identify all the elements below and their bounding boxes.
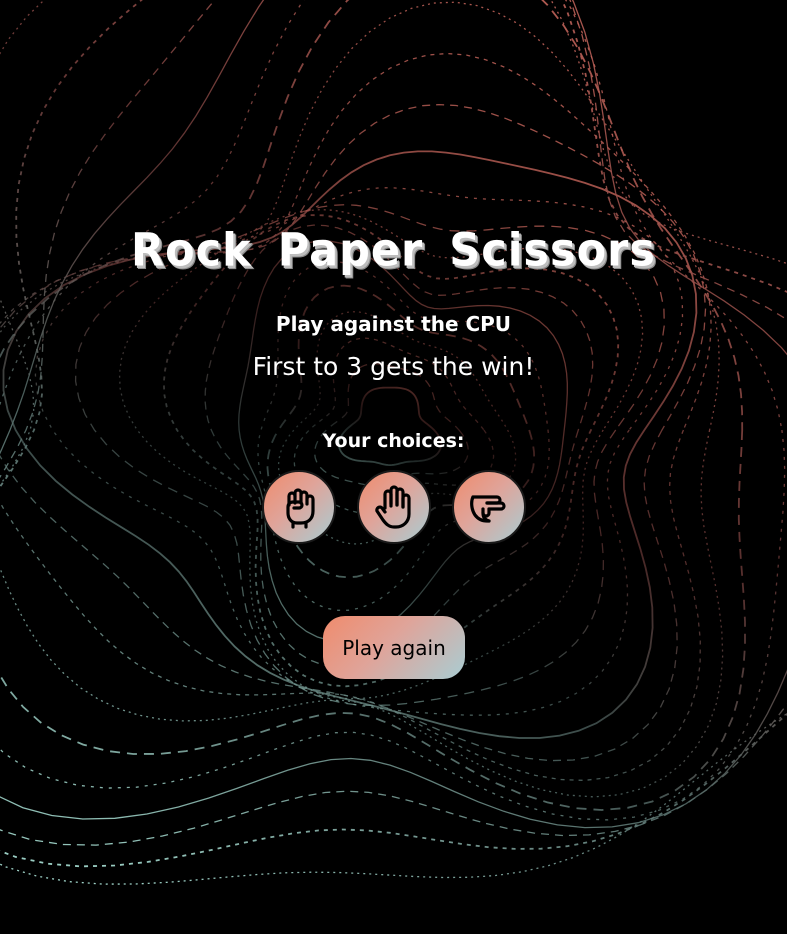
rock-button[interactable]	[262, 470, 336, 544]
paper-button[interactable]	[357, 470, 431, 544]
choices-group	[262, 470, 528, 544]
scissors-button[interactable]	[452, 470, 526, 544]
fist-icon	[286, 488, 315, 529]
game-panel: Rock Paper Scissors Play against the CPU…	[0, 0, 787, 934]
page-title: Rock Paper Scissors	[131, 224, 656, 278]
subtitle: Play against the CPU	[275, 312, 512, 336]
win-rule-text: First to 3 gets the win!	[252, 352, 535, 381]
scissors-hand-icon	[470, 495, 506, 523]
play-again-button[interactable]: Play again	[323, 616, 465, 679]
open-hand-icon	[375, 485, 411, 529]
choices-label: Your choices:	[322, 430, 465, 452]
